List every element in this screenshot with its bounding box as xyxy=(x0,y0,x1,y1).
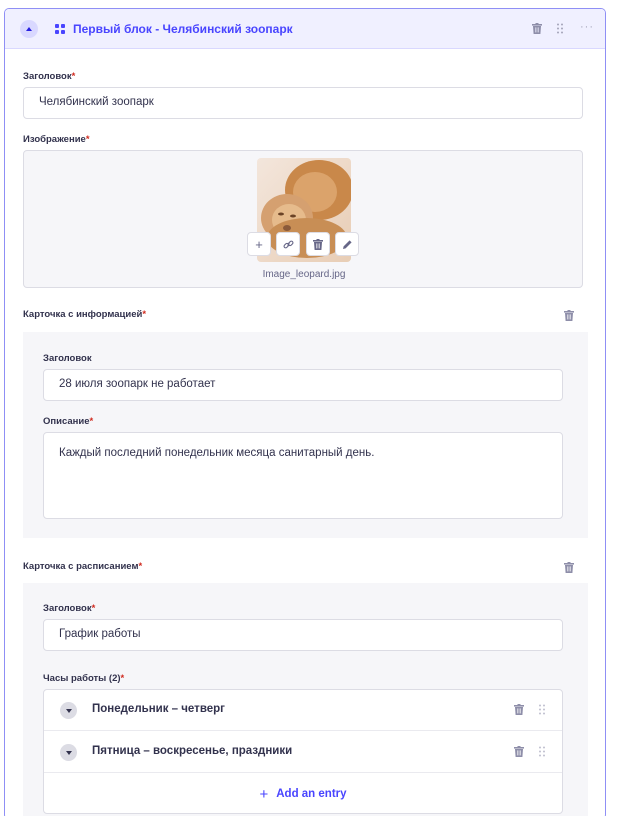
delete-image-button[interactable] xyxy=(306,232,330,256)
trash-icon[interactable] xyxy=(564,310,574,324)
chevron-up-icon xyxy=(26,27,32,31)
schedule-heading-input[interactable]: График работы xyxy=(43,619,563,651)
drag-handle-icon[interactable] xyxy=(538,746,546,760)
trash-icon[interactable] xyxy=(514,704,524,718)
info-heading-input[interactable]: 28 июля зоопарк не работает xyxy=(43,369,563,401)
chevron-down-icon xyxy=(65,708,72,713)
dynamic-zone-block: Первый блок - Челябинский зоопарк ··· За… xyxy=(4,8,606,816)
info-heading-label: Заголовок xyxy=(43,353,92,364)
add-image-button[interactable]: + xyxy=(247,232,271,256)
collapse-toggle-button[interactable] xyxy=(20,20,38,38)
list-item[interactable]: Пятница – воскресенье, праздники xyxy=(44,732,562,773)
schedule-card-label: Карточка с расписанием* xyxy=(23,561,143,572)
trash-icon[interactable] xyxy=(514,746,524,760)
trash-icon xyxy=(313,238,323,250)
heading-input[interactable]: Челябинский зоопарк xyxy=(23,87,583,119)
edit-image-button[interactable] xyxy=(335,232,359,256)
heading-field-label: Заголовок* xyxy=(23,71,76,82)
plus-icon: + xyxy=(259,785,269,803)
hours-entries-list: Понедельник – четверг Пятница – воскресе… xyxy=(43,689,563,814)
link-icon xyxy=(283,240,293,248)
expand-toggle-button[interactable] xyxy=(60,744,77,761)
more-options-icon[interactable]: ··· xyxy=(580,21,594,33)
trash-icon[interactable] xyxy=(564,562,574,576)
pencil-icon xyxy=(342,239,352,249)
entry-label: Пятница – воскресенье, праздники xyxy=(92,745,293,757)
list-item[interactable]: Понедельник – четверг xyxy=(44,690,562,731)
entry-label: Понедельник – четверг xyxy=(92,703,225,715)
add-entry-label: Add an entry xyxy=(276,788,347,800)
block-header[interactable]: Первый блок - Челябинский зоопарк ··· xyxy=(5,9,605,49)
image-filename: Image_leopard.jpg xyxy=(262,269,346,280)
image-upload-area[interactable]: + Image_leopard.jpg xyxy=(23,150,583,288)
schedule-heading-label: Заголовок* xyxy=(43,603,96,614)
add-entry-button[interactable]: + Add an entry xyxy=(44,774,562,814)
drag-handle-icon[interactable] xyxy=(556,23,564,37)
trash-icon[interactable] xyxy=(532,23,542,37)
chevron-down-icon xyxy=(65,750,72,755)
expand-toggle-button[interactable] xyxy=(60,702,77,719)
component-grid-icon xyxy=(55,24,65,34)
info-description-label: Описание* xyxy=(43,416,94,427)
info-description-textarea[interactable]: Каждый последний понедельник месяца сани… xyxy=(43,432,563,519)
drag-handle-icon[interactable] xyxy=(538,704,546,718)
block-title: Первый блок - Челябинский зоопарк xyxy=(73,22,293,36)
plus-icon: + xyxy=(255,236,263,252)
hours-label: Часы работы (2)* xyxy=(43,673,125,684)
image-field-label: Изображение* xyxy=(23,134,90,145)
info-card-label: Карточка с информацией* xyxy=(23,309,147,320)
copy-link-button[interactable] xyxy=(276,232,300,256)
